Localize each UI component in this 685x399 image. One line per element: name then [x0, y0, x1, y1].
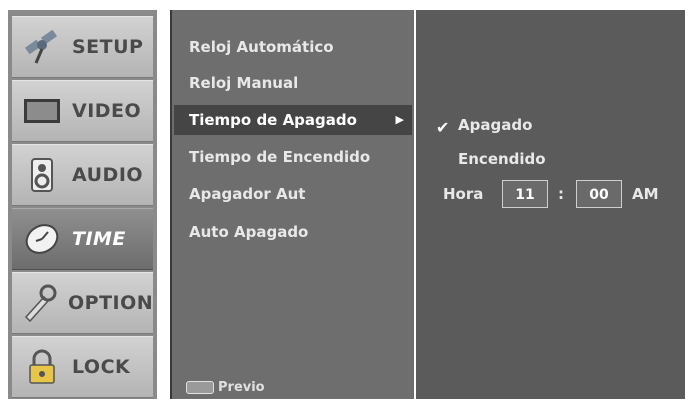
tab-label: TIME [72, 228, 126, 250]
tab-option[interactable]: OPTION [12, 272, 153, 334]
minute-field[interactable]: 00 [576, 180, 622, 208]
tab-label: SETUP [72, 36, 144, 58]
category-tabs: SETUP VIDEO AUDIO TIME OPTION LOCK [8, 10, 157, 399]
monitor-icon [20, 89, 64, 133]
menu-item-label: Tiempo de Apagado [189, 111, 357, 129]
tab-label: AUDIO [72, 164, 144, 186]
tab-lock[interactable]: LOCK [12, 336, 153, 398]
time-submenu: Reloj Automático Reloj Manual Tiempo de … [170, 10, 414, 399]
tab-video[interactable]: VIDEO [12, 80, 153, 142]
ampm-field[interactable]: AM [632, 185, 659, 203]
padlock-icon [20, 345, 64, 389]
tab-setup[interactable]: SETUP [12, 16, 153, 78]
satellite-icon [20, 25, 64, 69]
previous-label: Previo [218, 380, 265, 395]
tab-label: OPTION [68, 292, 154, 314]
menu-item-auto-off[interactable]: Apagador Aut [189, 179, 305, 209]
tab-audio[interactable]: AUDIO [12, 144, 153, 206]
menu-item-off-time[interactable]: Tiempo de Apagado ▶ [174, 105, 412, 135]
menu-footer: Previo [186, 380, 265, 395]
checkmark-icon: ✔ [436, 118, 450, 137]
menu-key-icon [186, 381, 214, 394]
option-on[interactable]: Encendido [458, 150, 546, 168]
option-off[interactable]: Apagado [458, 116, 532, 134]
tab-time[interactable]: TIME [12, 208, 153, 270]
menu-item-auto-clock[interactable]: Reloj Automático [189, 32, 334, 62]
menu-item-on-time[interactable]: Tiempo de Encendido [189, 142, 370, 172]
chevron-right-icon: ▶ [395, 113, 404, 126]
off-time-options: ✔ Apagado Encendido Hora 11 : 00 AM [416, 10, 685, 399]
wrench-icon [20, 281, 60, 325]
tab-label: VIDEO [72, 100, 142, 122]
hour-label: Hora [443, 185, 484, 203]
speaker-icon [20, 153, 64, 197]
time-separator: : [558, 185, 564, 203]
menu-item-auto-sleep[interactable]: Auto Apagado [189, 217, 308, 247]
clock-icon [20, 217, 64, 261]
hour-field[interactable]: 11 [502, 180, 548, 208]
tab-label: LOCK [72, 356, 131, 378]
menu-item-manual-clock[interactable]: Reloj Manual [189, 68, 298, 98]
